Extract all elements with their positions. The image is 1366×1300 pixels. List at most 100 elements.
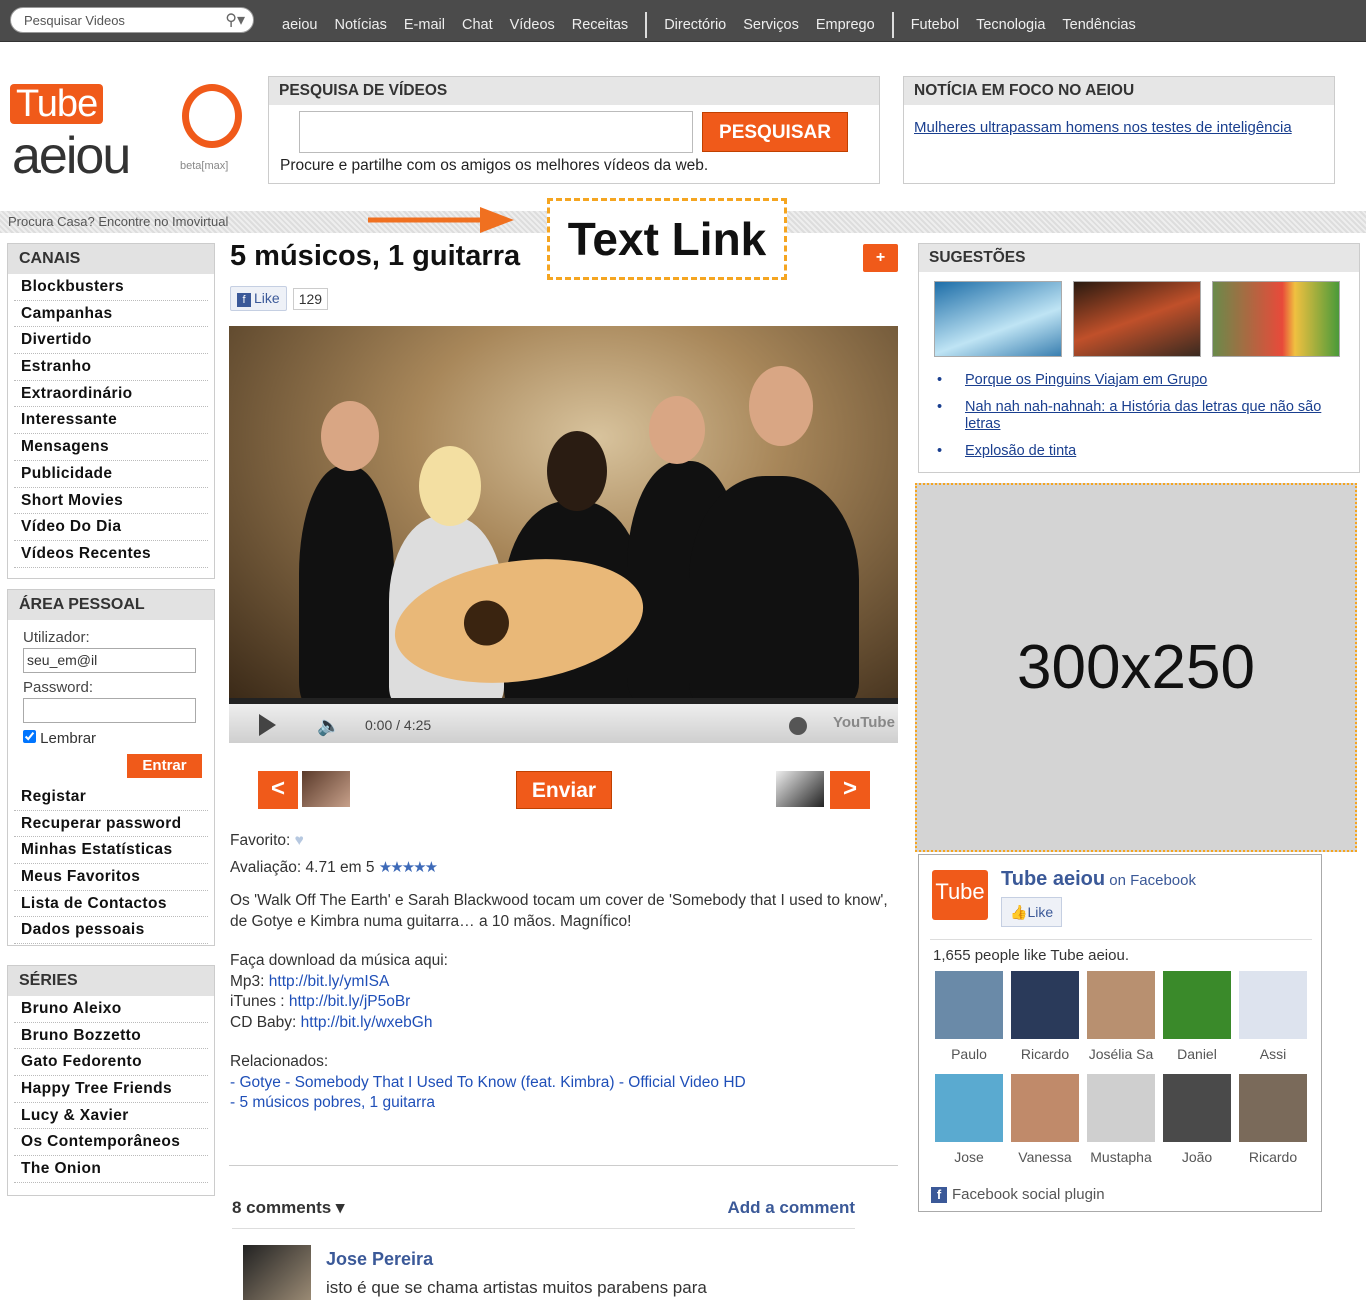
suggestion-thumbnail[interactable] xyxy=(1073,281,1201,357)
channel-item[interactable]: Short Movies xyxy=(14,488,208,515)
fan-face[interactable]: Assi xyxy=(1235,971,1311,1074)
youtube-logo[interactable]: YouTube xyxy=(833,714,895,731)
series-item[interactable]: Lucy & Xavier xyxy=(14,1103,208,1130)
avatar[interactable] xyxy=(1239,1074,1307,1142)
fan-face[interactable]: Josélia Sa xyxy=(1083,971,1159,1074)
series-item[interactable]: The Onion xyxy=(14,1156,208,1183)
add-comment-link[interactable]: Add a comment xyxy=(727,1198,855,1218)
nav-link-directorio[interactable]: Directório xyxy=(664,17,726,33)
comments-count[interactable]: 8 comments ▾ xyxy=(232,1198,344,1217)
avatar[interactable] xyxy=(1239,971,1307,1039)
series-item[interactable]: Bruno Bozzetto xyxy=(14,1023,208,1050)
like-button[interactable]: f Like xyxy=(230,286,287,311)
channel-item[interactable]: Publicidade xyxy=(14,461,208,488)
suggestion-thumbnail[interactable] xyxy=(1212,281,1340,357)
search-icon[interactable]: ⚲▾ xyxy=(225,10,245,30)
fan-face[interactable]: João xyxy=(1159,1074,1235,1177)
itunes-link[interactable]: http://bit.ly/jP5oBr xyxy=(289,993,410,1010)
avatar[interactable] xyxy=(935,1074,1003,1142)
nav-link-tendencias[interactable]: Tendências xyxy=(1062,17,1135,33)
personal-link[interactable]: Dados pessoais xyxy=(14,917,208,945)
video-search-input[interactable] xyxy=(299,111,693,153)
nav-link-receitas[interactable]: Receitas xyxy=(572,17,628,33)
series-item[interactable]: Gato Fedorento xyxy=(14,1049,208,1077)
facebook-like-button[interactable]: 👍Like xyxy=(1001,897,1063,927)
channel-item[interactable]: Vídeo Do Dia xyxy=(14,514,208,541)
fan-face[interactable]: Paulo xyxy=(931,971,1007,1074)
nav-link-aeiou[interactable]: aeiou xyxy=(282,17,317,33)
nav-link-futebol[interactable]: Futebol xyxy=(911,17,959,33)
nav-link-videos[interactable]: Vídeos xyxy=(510,17,555,33)
related-link[interactable]: - 5 músicos pobres, 1 guitarra xyxy=(230,1094,435,1111)
search-submit-button[interactable]: PESQUISAR xyxy=(702,112,848,152)
volume-icon[interactable]: 🔈 xyxy=(317,714,341,738)
search-input[interactable]: Pesquisar Videos ⚲▾ xyxy=(10,7,254,33)
personal-link[interactable]: Minhas Estatísticas xyxy=(14,837,208,865)
mp3-link[interactable]: http://bit.ly/ymISA xyxy=(269,973,390,990)
facebook-f-icon[interactable]: f xyxy=(931,1187,947,1203)
video-player[interactable] xyxy=(229,326,898,698)
nav-link-tecnologia[interactable]: Tecnologia xyxy=(976,17,1045,33)
channel-item[interactable]: Campanhas xyxy=(14,301,208,328)
remember-checkbox-input[interactable] xyxy=(23,730,36,743)
facebook-plugin-label[interactable]: Facebook social plugin xyxy=(952,1186,1105,1203)
fan-face[interactable]: Ricardo xyxy=(1007,971,1083,1074)
site-logo[interactable]: Tube aeiou beta[max] xyxy=(8,80,248,190)
nav-link-emprego[interactable]: Emprego xyxy=(816,17,875,33)
password-field[interactable] xyxy=(23,698,196,723)
series-item[interactable]: Os Contemporâneos xyxy=(14,1129,208,1157)
related-link[interactable]: - Gotye - Somebody That I Used To Know (… xyxy=(230,1074,746,1091)
channel-item[interactable]: Interessante xyxy=(14,407,208,435)
next-video-thumbnail[interactable] xyxy=(776,771,824,807)
play-icon[interactable] xyxy=(259,714,276,736)
personal-link[interactable]: Lista de Contactos xyxy=(14,891,208,918)
rating-stars-icon[interactable]: ★★★★★ xyxy=(379,859,438,876)
channel-item[interactable]: Vídeos Recentes xyxy=(14,541,208,568)
avatar[interactable] xyxy=(1163,971,1231,1039)
avatar[interactable] xyxy=(935,971,1003,1039)
fan-face[interactable]: Mustapha xyxy=(1083,1074,1159,1177)
comment-author[interactable]: Jose Pereira xyxy=(326,1249,433,1270)
series-item[interactable]: Happy Tree Friends xyxy=(14,1076,208,1103)
channel-item[interactable]: Mensagens xyxy=(14,434,208,461)
ad-placeholder[interactable]: 300x250 xyxy=(915,483,1357,852)
channel-item[interactable]: Estranho xyxy=(14,354,208,381)
next-video-button[interactable]: > xyxy=(830,771,870,809)
avatar[interactable] xyxy=(1087,971,1155,1039)
add-button[interactable]: + xyxy=(863,244,898,272)
login-button[interactable]: Entrar xyxy=(127,754,202,778)
promo-text-link[interactable]: Procura Casa? Encontre no Imovirtual xyxy=(8,214,228,229)
fan-face[interactable]: Jose xyxy=(931,1074,1007,1177)
nav-link-chat[interactable]: Chat xyxy=(462,17,493,33)
suggestion-link[interactable]: Explosão de tinta xyxy=(965,443,1076,459)
heart-icon[interactable]: ♥ xyxy=(295,832,304,849)
fan-face[interactable]: Vanessa xyxy=(1007,1074,1083,1177)
channel-item[interactable]: Divertido xyxy=(14,327,208,355)
series-item[interactable]: Bruno Aleixo xyxy=(14,996,208,1023)
username-field[interactable]: seu_em@il xyxy=(23,648,196,673)
remember-checkbox[interactable]: Lembrar xyxy=(23,730,96,747)
channel-item[interactable]: Extraordinário xyxy=(14,381,208,408)
facebook-page-logo[interactable]: Tube xyxy=(932,870,988,920)
news-link[interactable]: Mulheres ultrapassam homens nos testes d… xyxy=(914,117,1314,138)
previous-video-thumbnail[interactable] xyxy=(302,771,350,807)
personal-link[interactable]: Recuperar password xyxy=(14,811,208,838)
avatar[interactable] xyxy=(243,1245,311,1300)
suggestion-link[interactable]: Nah nah nah-nahnah: a História das letra… xyxy=(965,399,1321,432)
personal-link[interactable]: Registar xyxy=(14,784,208,811)
facebook-page-name[interactable]: Tube aeiou xyxy=(1001,868,1105,890)
previous-video-button[interactable]: < xyxy=(258,771,298,809)
avatar[interactable] xyxy=(1011,1074,1079,1142)
avatar[interactable] xyxy=(1163,1074,1231,1142)
suggestion-thumbnail[interactable] xyxy=(934,281,1062,357)
avatar[interactable] xyxy=(1087,1074,1155,1142)
nav-link-noticias[interactable]: Notícias xyxy=(334,17,386,33)
channel-item[interactable]: Blockbusters xyxy=(14,274,208,301)
fan-face[interactable]: Daniel xyxy=(1159,971,1235,1074)
avatar[interactable] xyxy=(1011,971,1079,1039)
watch-later-icon[interactable] xyxy=(789,717,807,735)
nav-link-servicos[interactable]: Serviços xyxy=(743,17,799,33)
suggestion-link[interactable]: Porque os Pinguins Viajam em Grupo xyxy=(965,372,1207,388)
personal-link[interactable]: Meus Favoritos xyxy=(14,864,208,891)
nav-link-email[interactable]: E-mail xyxy=(404,17,445,33)
